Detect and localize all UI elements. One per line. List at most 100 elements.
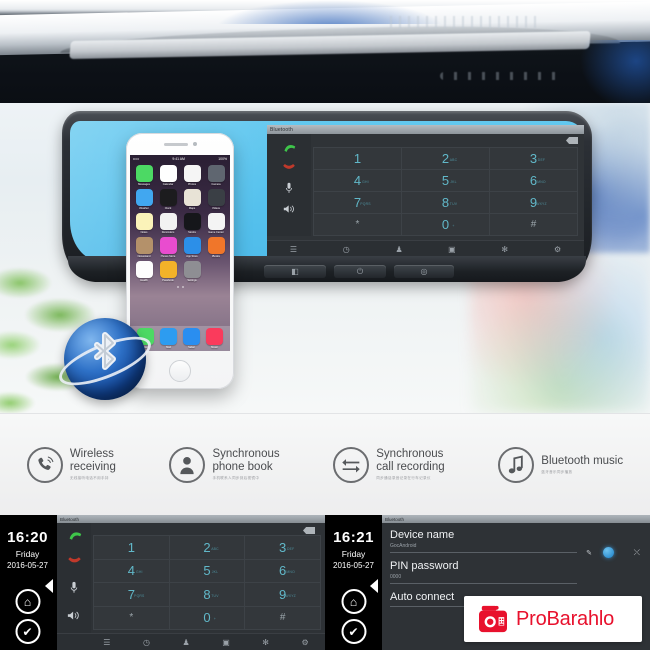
back-button[interactable]: ✔ <box>15 619 40 644</box>
key-8[interactable]: 8 TUV <box>169 583 246 607</box>
videos-icon <box>207 189 225 206</box>
app-icon-newsstand[interactable]: Newsstand <box>134 237 154 258</box>
app-icon-settings[interactable]: Settings <box>182 261 202 282</box>
calendar-icon <box>159 165 177 182</box>
bluetooth-icon[interactable]: ✻ <box>262 638 269 647</box>
contacts-icon[interactable]: ♟ <box>391 244 407 256</box>
clock-date: 2016-05-27 <box>333 561 374 570</box>
key-number: 2 <box>203 539 211 555</box>
key-star[interactable]: * <box>94 606 170 630</box>
bluetooth-toggle[interactable] <box>603 547 614 558</box>
dock-icon-mail[interactable]: Mail <box>160 328 177 349</box>
backspace-icon[interactable] <box>303 527 315 534</box>
setting-value: 0000 <box>390 574 402 580</box>
app-icon-maps[interactable]: Maps <box>182 189 202 210</box>
app-icon-game-center[interactable]: Game Center <box>206 213 226 234</box>
speaker-icon[interactable] <box>278 201 300 217</box>
app-icon-stocks[interactable]: Stocks <box>182 213 202 234</box>
key-5[interactable]: 5 JKL <box>402 170 490 192</box>
clock-time: 16:21 <box>333 529 374 546</box>
home-button[interactable]: ⌂ <box>341 589 366 614</box>
key-3[interactable]: 3 DEF <box>490 148 578 170</box>
setting-label: Device name <box>390 529 455 541</box>
answer-call-icon[interactable] <box>67 527 82 545</box>
app-icon-reminders[interactable]: Reminders <box>158 213 178 234</box>
key-2[interactable]: 2 ABC <box>169 536 246 560</box>
dialpad-icon[interactable]: ▣ <box>444 244 460 256</box>
back-button[interactable]: ✔ <box>341 619 366 644</box>
microphone-icon[interactable] <box>278 180 300 196</box>
app-icon-itunes-store[interactable]: iTunes Store <box>158 237 178 258</box>
app-label: Maps <box>188 207 196 210</box>
call-history-icon[interactable]: ◷ <box>143 638 150 647</box>
settings-icon[interactable]: ⚙ <box>302 638 309 647</box>
app-icon-weather[interactable]: Weather <box>134 189 154 210</box>
mail-icon <box>160 328 177 345</box>
key-1[interactable]: 1 <box>314 148 402 170</box>
key-9[interactable]: 9 WXYZ <box>490 192 578 214</box>
collapse-arrow-icon[interactable] <box>370 579 378 593</box>
collapse-arrow-icon[interactable] <box>45 579 53 593</box>
camera-button[interactable]: ◧ <box>264 265 326 278</box>
microphone-icon[interactable] <box>70 581 78 599</box>
menu-icon[interactable]: ☰ <box>285 244 301 256</box>
key-9[interactable]: 9 WXYZ <box>245 583 321 607</box>
end-call-icon[interactable] <box>278 159 300 175</box>
key-4[interactable]: 4 GHI <box>314 170 402 192</box>
key-7[interactable]: 7 PQRS <box>94 583 170 607</box>
key-7[interactable]: 7 PQRS <box>314 192 402 214</box>
key-0[interactable]: 0 + <box>402 214 490 236</box>
home-button[interactable]: ⌂ <box>15 589 40 614</box>
feature-subtitle: 蓝牙音乐同步播放 <box>541 469 573 474</box>
app-icon-passbook[interactable]: Passbook <box>158 261 178 282</box>
key-6[interactable]: 6 MNO <box>490 170 578 192</box>
app-icon-videos[interactable]: Videos <box>206 189 226 210</box>
setting-pin-password[interactable]: PIN password 0000 <box>390 560 650 584</box>
key-8[interactable]: 8 TUV <box>402 192 490 214</box>
key-0[interactable]: 0 + <box>169 606 246 630</box>
call-history-icon[interactable]: ◷ <box>338 244 354 256</box>
key-hash[interactable]: # <box>245 606 321 630</box>
dock-icon-music[interactable]: Music <box>206 328 223 349</box>
app-icon-app-store[interactable]: App Store <box>182 237 202 258</box>
health-icon <box>135 261 153 278</box>
app-icon-calendar[interactable]: Calendar <box>158 165 178 186</box>
backspace-icon[interactable] <box>566 137 578 144</box>
record-button[interactable]: ◎ <box>394 265 454 278</box>
app-label: Camera <box>211 183 221 186</box>
settings-icon[interactable]: ⚙ <box>550 244 566 256</box>
key-2[interactable]: 2 ABC <box>402 148 490 170</box>
share-icon[interactable]: ⤬ <box>634 548 640 558</box>
key-1[interactable]: 1 <box>94 536 170 560</box>
key-hash[interactable]: # <box>490 214 578 236</box>
newsstand-icon <box>135 237 153 254</box>
home-button[interactable] <box>169 360 191 382</box>
key-3[interactable]: 3 DEF <box>245 536 321 560</box>
display-body: 1 2 ABC 3 DEF 4 GHI 5 JKL 6 MNO 7 PQRS 8 TUV 9W… <box>267 134 584 258</box>
app-icon-health[interactable]: Health <box>134 261 154 282</box>
answer-call-icon[interactable] <box>278 138 300 154</box>
key-star[interactable]: * <box>314 214 402 236</box>
app-icon-ibooks[interactable]: iBooks <box>206 237 226 258</box>
key-4[interactable]: 4 GHI <box>94 559 170 583</box>
end-call-icon[interactable] <box>67 554 82 572</box>
messages-icon <box>135 165 153 182</box>
pencil-icon[interactable]: ✎ <box>586 549 592 557</box>
menu-icon[interactable]: ☰ <box>103 638 110 647</box>
dock-icon-safari[interactable]: Safari <box>183 328 200 349</box>
display-titlebar: Bluetooth <box>267 125 584 134</box>
bluetooth-icon[interactable]: ✻ <box>497 244 513 256</box>
key-6[interactable]: 6 MNO <box>245 559 321 583</box>
app-icon-camera[interactable]: Camera <box>206 165 226 186</box>
key-5[interactable]: 5 JKL <box>169 559 246 583</box>
app-icon-messages[interactable]: Messages <box>134 165 154 186</box>
speaker-icon[interactable] <box>67 608 81 626</box>
dialpad-icon[interactable]: ▣ <box>222 638 230 647</box>
app-icon-clock[interactable]: Clock <box>158 189 178 210</box>
app-icon-notes[interactable]: Notes <box>134 213 154 234</box>
contacts-icon[interactable]: ♟ <box>182 638 189 647</box>
key-number: 8 <box>203 586 211 602</box>
app-icon-photos[interactable]: Photos <box>182 165 202 186</box>
setting-device-name[interactable]: Device name GocAndroid ✎ ⤬ <box>390 529 650 558</box>
power-button[interactable]: ⏻ <box>334 265 386 278</box>
